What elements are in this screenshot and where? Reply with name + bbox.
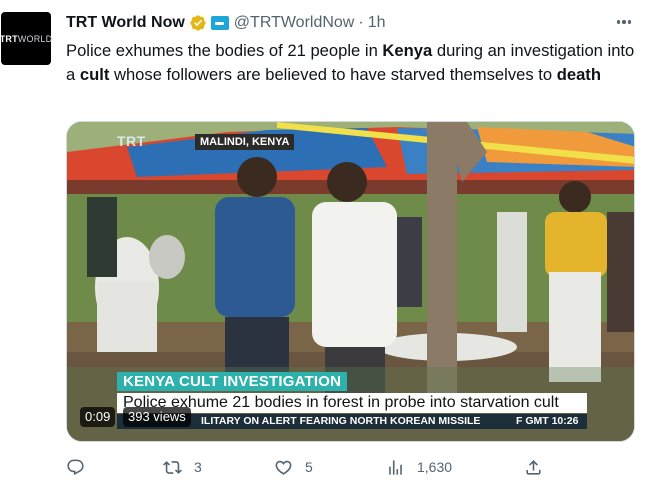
author-handle[interactable]: @TRTWorldNow [234,14,355,32]
tweet-time[interactable]: 1h [368,14,386,32]
tweet-text-segment: Police exhumes the bodies of 21 people i… [66,41,383,60]
like-count: 5 [305,459,313,475]
retweet-button[interactable]: 3 [163,456,202,478]
video-views: 393 views [123,407,191,427]
tweet-text-bold-cult: cult [79,65,110,84]
retweet-icon [163,460,182,474]
tweet-header: TRT World Now @TRTWorldNow · 1h [66,13,385,33]
video-duration: 0:09 [80,407,116,427]
tweet-text-segment: whose followers are believed to have sta… [109,65,557,84]
reply-button[interactable] [66,456,97,478]
avatar-logo-main: TRT [0,33,18,44]
share-button[interactable] [524,456,543,478]
avatar-logo: TRTWORLD [0,34,52,44]
heart-icon [275,460,292,475]
reply-icon [67,459,84,475]
trt-watermark: TRT [117,133,146,149]
share-icon [526,459,541,475]
more-options-icon[interactable] [613,11,635,33]
views-count: 1,630 [417,459,453,475]
lower-third-tag: KENYA CULT INVESTIGATION [117,372,348,391]
avatar[interactable]: TRTWORLD [0,12,52,65]
retweet-count: 3 [194,459,202,475]
ticker-clock: F GMT 10:26 [516,415,579,427]
verified-badge-icon[interactable] [189,14,207,32]
views-button[interactable]: 1,630 [386,456,452,478]
video-player[interactable]: TRT MALINDI, KENYA KENYA CULT INVESTIGAT… [66,121,635,442]
views-chart-icon [389,459,402,475]
like-button[interactable]: 5 [274,456,313,478]
affiliate-badge-icon[interactable] [210,16,229,30]
tweet-actions: 3 5 1,630 [66,456,546,478]
tweet-text-bold-death: death [556,65,601,84]
tweet-text: Police exhumes the bodies of 21 people i… [66,39,636,87]
separator-dot: · [358,14,364,31]
display-name[interactable]: TRT World Now [66,14,185,32]
location-tag: MALINDI, KENYA [195,134,295,150]
tweet-text-bold-kenya: Kenya [382,41,433,60]
avatar-logo-accent: WORLD [17,33,53,44]
tweet-card: TRTWORLD TRT World Now @TRTWorldNow · 1h… [0,0,667,497]
